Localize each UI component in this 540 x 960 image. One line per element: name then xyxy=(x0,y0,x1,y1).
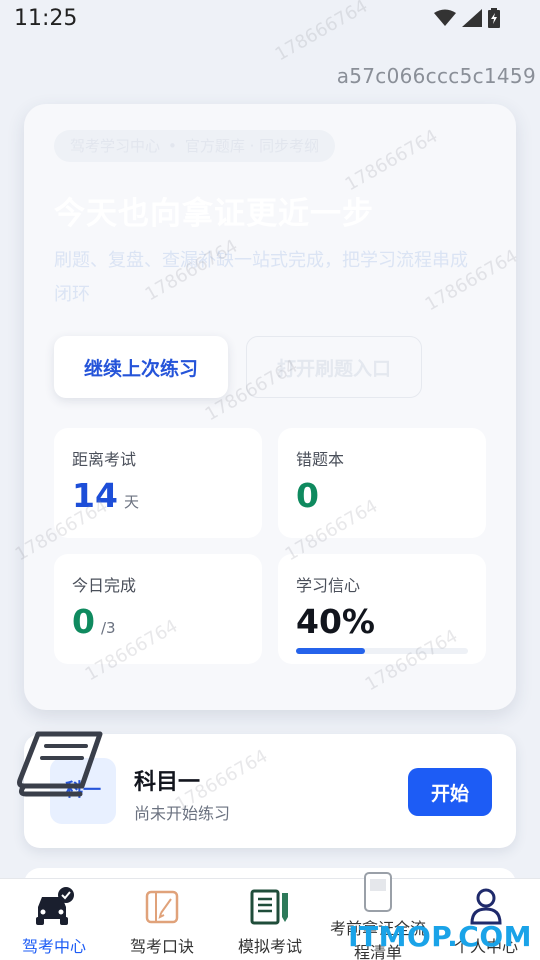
battery-icon xyxy=(488,8,500,28)
continue-practice-button[interactable]: 继续上次练习 xyxy=(54,336,228,398)
stat-card-today-done[interactable]: 今日完成 0/3 xyxy=(54,554,262,664)
signal-icon xyxy=(462,9,482,27)
status-icons xyxy=(434,8,500,28)
hero-card: 驾考学习中心 • 官方题库 · 同步考纲 今天也向拿证更近一步 刷题、复盘、查漏… xyxy=(24,104,516,710)
stat-unit: 天 xyxy=(123,493,139,511)
stat-number: 0 xyxy=(72,602,95,641)
book-icon xyxy=(17,731,103,797)
nav-item-driving-tips[interactable]: 驾考口诀 xyxy=(108,879,216,960)
confidence-progress-fill xyxy=(296,648,365,654)
status-bar: 11:25 xyxy=(0,0,540,38)
subject-title: 科目一 xyxy=(134,770,201,795)
stat-card-confidence[interactable]: 学习信心 40% xyxy=(278,554,486,664)
hero-chip: 驾考学习中心 • 官方题库 · 同步考纲 xyxy=(54,130,336,162)
stat-label: 错题本 xyxy=(296,450,345,469)
hero-chip-right: 官方题库 · 同步考纲 xyxy=(184,137,320,155)
hero-chip-left: 驾考学习中心 xyxy=(70,137,161,155)
stat-label: 距离考试 xyxy=(72,450,137,469)
nav-item-mock-exam[interactable]: 模拟考试 xyxy=(216,879,324,960)
stat-value: 0 xyxy=(296,476,319,515)
subject-subtitle: 尚未开始练习 xyxy=(134,804,231,823)
stat-number: 14 xyxy=(72,476,118,515)
notebook-icon xyxy=(145,890,179,924)
nav-label: 模拟考试 xyxy=(237,937,302,956)
stat-unit: /3 xyxy=(100,619,116,637)
car-check-icon xyxy=(36,887,74,925)
checklist-phone-icon xyxy=(364,872,392,912)
stat-value: 14 天 xyxy=(72,476,139,515)
stat-number: 40% xyxy=(296,602,375,641)
nav-item-driving-center[interactable]: 驾考中心 xyxy=(0,879,108,960)
wifi-icon xyxy=(434,9,456,26)
dot-separator: • xyxy=(168,137,177,155)
stat-card-wrong-book[interactable]: 错题本 0 xyxy=(278,428,486,538)
stat-label: 学习信心 xyxy=(296,576,361,595)
stat-card-exam-countdown[interactable]: 距离考试 14 天 xyxy=(54,428,262,538)
stat-value: 40% xyxy=(296,602,375,641)
start-button[interactable]: 开始 xyxy=(408,768,492,816)
site-watermark: ITMOP.COM xyxy=(348,920,532,953)
hero-title: 今天也向拿证更近一步 xyxy=(54,196,374,232)
stat-number: 0 xyxy=(296,476,319,515)
open-practice-button[interactable]: 打开刷题入口 xyxy=(246,336,422,398)
confidence-progress-track xyxy=(296,648,468,654)
hero-description: 刷题、复盘、查漏补缺一站式完成，把学习流程串成闭环 xyxy=(54,250,468,305)
stat-label: 今日完成 xyxy=(72,576,137,595)
status-time: 11:25 xyxy=(14,6,78,31)
exam-doc-icon xyxy=(250,889,288,925)
stat-value: 0/3 xyxy=(72,602,116,641)
device-id-watermark: a57c066ccc5c1459 xyxy=(336,64,536,88)
nav-label: 驾考中心 xyxy=(21,937,86,956)
nav-label: 驾考口诀 xyxy=(129,937,194,956)
